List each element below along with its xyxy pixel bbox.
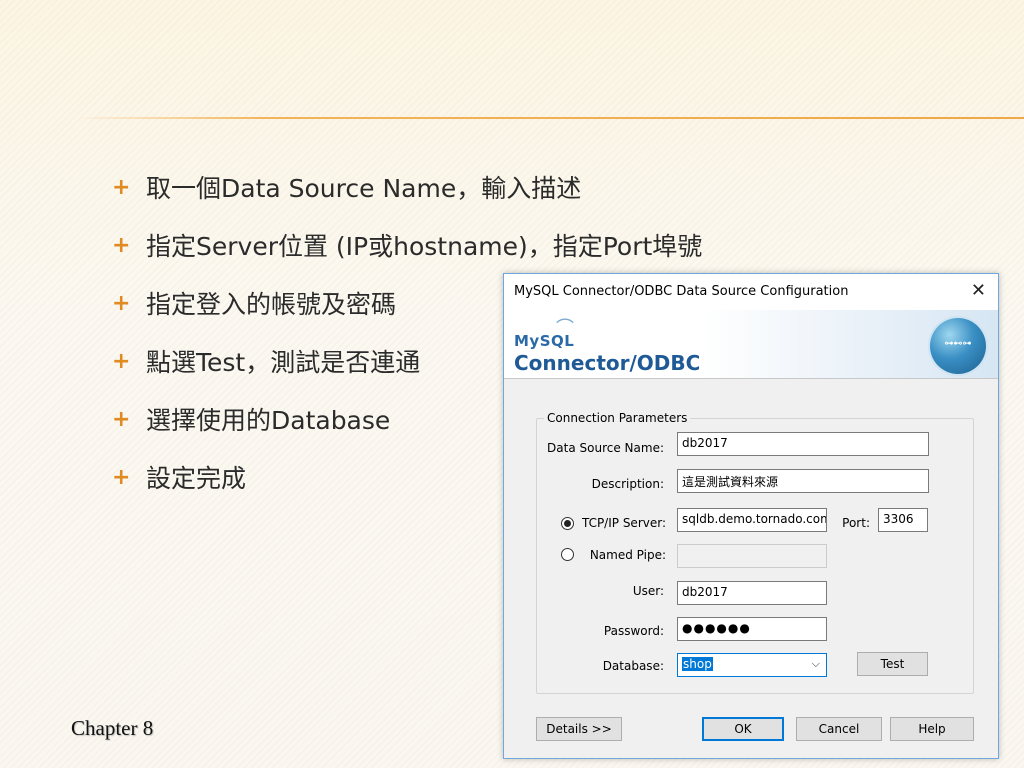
ok-button[interactable]: OK xyxy=(702,717,784,741)
plus-icon: + xyxy=(112,232,131,258)
named-pipe-label[interactable]: Named Pipe: xyxy=(574,548,666,562)
bullet-text: 取一個Data Source Name，輸入描述 xyxy=(146,174,582,203)
database-selected-value: shop xyxy=(682,657,713,671)
globe-logo-text: ⊶⊷⊶ xyxy=(944,339,972,349)
server-input[interactable]: sqldb.demo.tornado.com xyxy=(677,508,827,532)
named-pipe-radio[interactable] xyxy=(561,548,574,561)
description-input[interactable]: 這是測試資料來源 xyxy=(677,469,929,493)
plus-icon: + xyxy=(112,406,131,432)
port-input[interactable]: 3306 xyxy=(878,508,928,532)
plus-icon: + xyxy=(112,290,131,316)
user-label: User: xyxy=(632,584,664,598)
dialog-title: MySQL Connector/ODBC Data Source Configu… xyxy=(514,284,849,299)
dialog-titlebar[interactable]: MySQL Connector/ODBC Data Source Configu… xyxy=(504,274,998,310)
database-select[interactable]: shop ⌵ xyxy=(677,653,827,677)
database-label: Database: xyxy=(602,659,664,673)
bullet-text: 指定登入的帳號及密碼 xyxy=(146,290,397,319)
port-label: Port: xyxy=(842,516,870,530)
group-title: Connection Parameters xyxy=(544,411,691,425)
odbc-config-dialog: MySQL Connector/ODBC Data Source Configu… xyxy=(503,273,999,759)
help-button[interactable]: Help xyxy=(890,717,974,741)
dsn-label: Data Source Name: xyxy=(547,441,664,455)
bullet-text: 設定完成 xyxy=(146,464,247,493)
chevron-down-icon[interactable]: ⌵ xyxy=(812,657,820,671)
tcpip-radio[interactable] xyxy=(561,517,574,530)
plus-icon: + xyxy=(112,464,131,490)
bullet-item: + 取一個Data Source Name，輸入描述 xyxy=(112,158,702,216)
details-button[interactable]: Details >> xyxy=(536,717,622,741)
password-label: Password: xyxy=(603,624,664,638)
dsn-input[interactable]: db2017 xyxy=(677,432,929,456)
plus-icon: + xyxy=(112,348,131,374)
bullet-text: 點選Test，測試是否連通 xyxy=(146,348,421,377)
chapter-footer: Chapter 8 xyxy=(71,716,154,740)
dialog-banner: ⌒ MySQL Connector/ODBC ⊶⊷⊶ xyxy=(504,310,998,379)
product-logo: Connector/ODBC xyxy=(514,351,701,375)
test-button[interactable]: Test xyxy=(857,652,928,676)
named-pipe-input xyxy=(677,544,827,568)
password-input[interactable]: ●●●●●● xyxy=(677,617,827,641)
close-icon[interactable]: ✕ xyxy=(971,280,986,301)
plus-icon: + xyxy=(112,174,131,200)
mysql-logo: MySQL xyxy=(514,332,575,350)
description-label: Description: xyxy=(591,477,664,491)
tcpip-label[interactable]: TCP/IP Server: xyxy=(574,516,666,530)
slide-divider xyxy=(75,117,1024,119)
cancel-button[interactable]: Cancel xyxy=(796,717,882,741)
globe-icon: ⊶⊷⊶ xyxy=(930,318,986,374)
user-input[interactable]: db2017 xyxy=(677,581,827,605)
bullet-text: 選擇使用的Database xyxy=(146,406,391,435)
bullet-item: + 指定Server位置 (IP或hostname)，指定Port埠號 xyxy=(112,216,702,274)
bullet-text: 指定Server位置 (IP或hostname)，指定Port埠號 xyxy=(146,232,703,261)
